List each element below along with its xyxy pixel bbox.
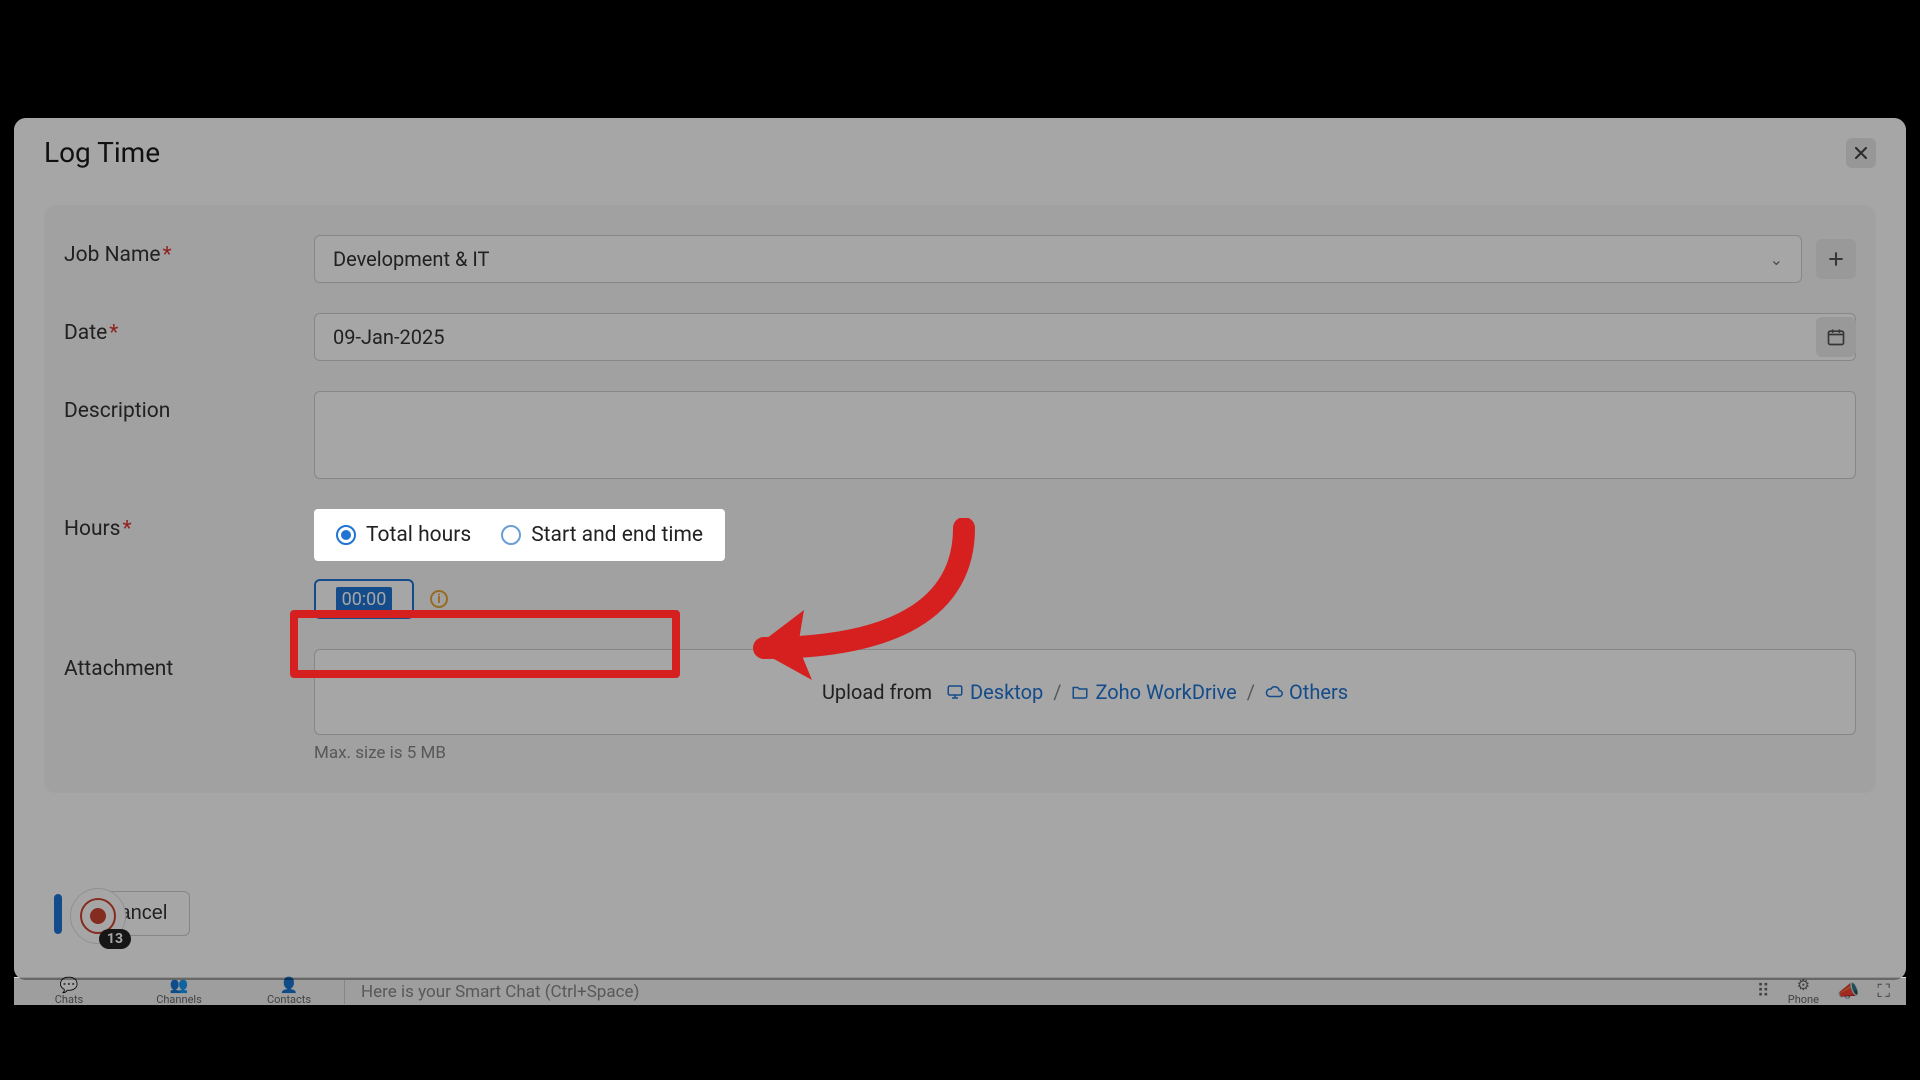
- gear-icon: ⚙: [1797, 978, 1810, 993]
- upload-others-link[interactable]: Others: [1265, 680, 1348, 704]
- upload-desktop-link[interactable]: Desktop: [946, 680, 1043, 704]
- chat-unread-badge: 13: [99, 929, 131, 949]
- date-input[interactable]: 09-Jan-2025: [314, 313, 1856, 361]
- upload-dropzone[interactable]: Upload from Desktop / Zoho WorkDrive / O…: [314, 649, 1856, 735]
- modal-header: Log Time: [14, 118, 1906, 181]
- label-attachment: Attachment: [64, 649, 314, 681]
- bottombar-contacts[interactable]: 👤 Contacts: [234, 978, 344, 1006]
- close-button[interactable]: [1846, 138, 1876, 168]
- form-card: Job Name* Development & IT ⌄ Date* 09-Ja…: [44, 205, 1876, 793]
- bottombar-phone[interactable]: ⚙ Phone: [1788, 978, 1819, 1006]
- contacts-icon: 👤: [280, 978, 299, 993]
- label-job-name: Job Name*: [64, 235, 314, 267]
- row-attachment: Attachment Upload from Desktop / Zoho Wo…: [64, 649, 1856, 763]
- channels-icon: 👥: [170, 978, 189, 993]
- bottombar-channels[interactable]: 👥 Channels: [124, 978, 234, 1006]
- label-hours: Hours*: [64, 509, 314, 541]
- upload-from-text: Upload from: [822, 680, 932, 704]
- dialpad-icon[interactable]: ⠿: [1757, 981, 1770, 1002]
- modal-title: Log Time: [44, 136, 160, 169]
- radio-start-end-time[interactable]: Start and end time: [501, 523, 703, 547]
- hours-mode-radio-group: Total hours Start and end time: [314, 509, 725, 561]
- calendar-icon: [1826, 327, 1846, 347]
- max-size-text: Max. size is 5 MB: [314, 743, 1856, 763]
- bottom-bar: 💬 Chats 👥 Channels 👤 Contacts Here is yo…: [14, 977, 1906, 1005]
- row-hours: Hours* Total hours Start and end time 00…: [64, 509, 1856, 619]
- hours-input[interactable]: 00:00: [314, 579, 414, 619]
- close-icon: [1851, 143, 1871, 163]
- info-icon[interactable]: i: [430, 590, 448, 608]
- bottombar-chats[interactable]: 💬 Chats: [14, 978, 124, 1006]
- chevron-down-icon: ⌄: [1770, 250, 1783, 269]
- desktop-icon: [946, 683, 964, 701]
- save-button-edge[interactable]: [54, 894, 62, 934]
- description-textarea[interactable]: [314, 391, 1856, 479]
- radio-total-hours[interactable]: Total hours: [336, 523, 471, 547]
- label-date: Date*: [64, 313, 314, 345]
- row-job-name: Job Name* Development & IT ⌄: [64, 235, 1856, 283]
- chat-launcher[interactable]: 13: [70, 888, 126, 944]
- add-job-button[interactable]: [1816, 239, 1856, 279]
- cloud-icon: [1265, 683, 1283, 701]
- hours-value: 00:00: [336, 587, 393, 612]
- calendar-button[interactable]: [1816, 317, 1856, 357]
- plus-icon: [1826, 249, 1846, 269]
- row-description: Description: [64, 391, 1856, 479]
- smart-chat-input[interactable]: Here is your Smart Chat (Ctrl+Space): [345, 978, 1741, 1005]
- chat-icon: 💬: [60, 978, 79, 993]
- radio-checked-icon: [336, 525, 356, 545]
- row-date: Date* 09-Jan-2025: [64, 313, 1856, 361]
- radio-unchecked-icon: [501, 525, 521, 545]
- job-name-select[interactable]: Development & IT ⌄: [314, 235, 1802, 283]
- date-value: 09-Jan-2025: [333, 325, 444, 349]
- expand-icon[interactable]: ⛶: [1877, 981, 1890, 1002]
- workdrive-icon: [1071, 683, 1089, 701]
- job-name-value: Development & IT: [333, 247, 489, 271]
- upload-workdrive-link[interactable]: Zoho WorkDrive: [1071, 680, 1236, 704]
- log-time-modal: Log Time Job Name* Development & IT ⌄: [14, 118, 1906, 980]
- label-description: Description: [64, 391, 314, 423]
- announce-icon[interactable]: 📣: [1837, 981, 1859, 1002]
